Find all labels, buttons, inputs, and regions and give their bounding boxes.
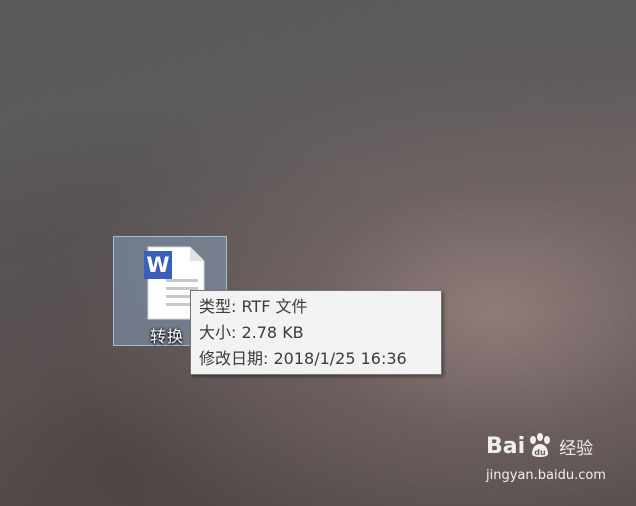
baidu-paw-icon: du (530, 433, 551, 457)
watermark-url: jingyan.baidu.com (486, 468, 606, 483)
file-name-label: 转换 (150, 327, 185, 346)
word-badge-letter: W (146, 253, 169, 277)
file-modified-text: 修改日期: 2018/1/25 16:36 (199, 349, 407, 368)
svg-text:du: du (534, 448, 546, 457)
baidu-logo: Bai du 经验 (486, 430, 593, 462)
baidu-logo-text-right: 经验 (559, 438, 594, 459)
file-type-text: 类型: RTF 文件 (199, 297, 308, 316)
file-info-tooltip: 类型: RTF 文件 大小: 2.78 KB 修改日期: 2018/1/25 1… (190, 290, 442, 375)
file-size-text: 大小: 2.78 KB (199, 323, 304, 342)
baidu-logo-text-left: Bai (486, 433, 526, 459)
baidu-jingyan-watermark: Bai du 经验 jingyan.baidu.com (486, 430, 606, 488)
